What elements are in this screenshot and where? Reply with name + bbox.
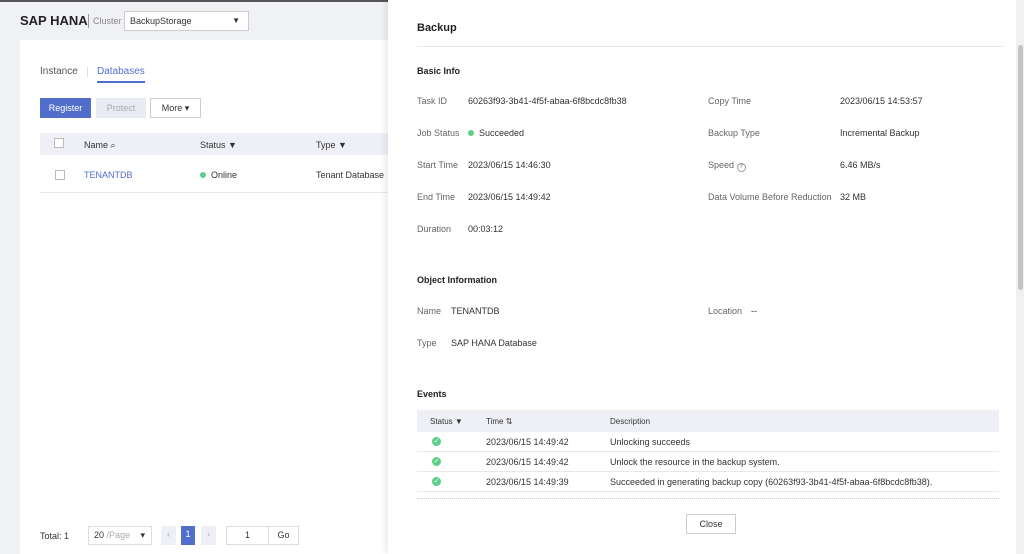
divider <box>88 14 89 28</box>
volume-value: 32 MB <box>840 192 867 202</box>
product-title: SAP HANA <box>20 13 88 28</box>
caret-down-icon: ▾ <box>184 103 190 113</box>
event-col-description: Description <box>610 417 651 426</box>
database-name-link[interactable]: TENANTDB <box>84 170 133 180</box>
column-name[interactable]: Name ⌕ <box>84 140 116 151</box>
copy-time-value: 2023/06/15 14:53:57 <box>840 96 923 106</box>
speed-label: Speed ? <box>708 160 746 172</box>
column-type-label: Type <box>316 140 336 150</box>
status-text: Online <box>211 170 238 180</box>
help-icon[interactable]: ? <box>736 163 746 172</box>
status-cell: Online <box>200 170 237 180</box>
duration-value: 00:03:12 <box>468 224 504 234</box>
caret-down-icon: ▾ <box>140 530 145 540</box>
duration-label: Duration <box>417 224 452 234</box>
event-description: Unlocking succeeds <box>610 437 691 447</box>
tab-databases[interactable]: Databases <box>97 66 145 83</box>
location-label: Location <box>708 306 743 316</box>
events-heading: Events <box>417 389 447 399</box>
column-status[interactable]: Status ▼ <box>200 140 237 150</box>
events-scroll-edge <box>417 496 999 499</box>
backup-type-value: Incremental Backup <box>840 128 920 138</box>
success-check-icon: ✓ <box>432 477 441 486</box>
sort-icon[interactable]: ⇅ <box>506 417 513 426</box>
volume-label: Data Volume Before Reduction <box>708 192 832 202</box>
object-type-value: SAP HANA Database <box>451 338 537 348</box>
column-name-label: Name <box>84 140 109 150</box>
task-id-value: 60263f93-3b41-4f5f-abaa-6f8bcdc8fb38 <box>468 96 627 106</box>
object-info-heading: Object Information <box>417 275 498 285</box>
event-col-status[interactable]: Status ▼ <box>430 417 463 426</box>
search-icon[interactable]: ⌕ <box>111 140 116 150</box>
panel-title: Backup <box>417 22 457 34</box>
page-1-button[interactable]: 1 <box>181 526 195 545</box>
success-check-icon: ✓ <box>432 437 441 446</box>
start-time-label: Start Time <box>417 160 459 170</box>
online-dot-icon <box>200 172 206 178</box>
tab-divider <box>87 67 88 77</box>
page-size-unit: /Page <box>106 530 131 540</box>
filter-icon[interactable]: ▼ <box>228 140 237 150</box>
task-id-label: Task ID <box>417 96 448 106</box>
event-description: Unlock the resource in the backup system… <box>610 457 780 467</box>
success-dot-icon <box>468 130 474 136</box>
success-check-icon: ✓ <box>432 457 441 466</box>
speed-label-text: Speed <box>708 160 735 170</box>
job-status-text: Succeeded <box>479 128 525 138</box>
basic-info-heading: Basic Info <box>417 66 461 76</box>
location-value: -- <box>751 306 757 316</box>
event-time: 2023/06/15 14:49:42 <box>486 437 569 447</box>
column-type[interactable]: Type ▼ <box>316 140 347 150</box>
filter-icon[interactable]: ▼ <box>338 140 347 150</box>
next-page-button[interactable]: › <box>201 526 216 545</box>
event-time: 2023/06/15 14:49:42 <box>486 457 569 467</box>
start-time-value: 2023/06/15 14:46:30 <box>468 160 551 170</box>
end-time-value: 2023/06/15 14:49:42 <box>468 192 551 202</box>
caret-down-icon: ▼ <box>232 16 240 25</box>
column-status-label: Status <box>200 140 226 150</box>
page-size: 20 <box>94 530 105 540</box>
total-count: Total: 1 <box>40 531 70 541</box>
cluster-select[interactable]: BackupStorage ▼ <box>124 11 249 31</box>
event-col-time[interactable]: Time ⇅ <box>486 417 512 426</box>
object-name-label: Name <box>417 306 442 316</box>
copy-time-label: Copy Time <box>708 96 752 106</box>
object-type-label: Type <box>417 338 437 348</box>
type-cell: Tenant Database <box>316 170 385 180</box>
scrollbar-thumb[interactable] <box>1018 45 1023 290</box>
speed-value: 6.46 MB/s <box>840 160 881 170</box>
end-time-label: End Time <box>417 192 456 202</box>
more-button[interactable]: More ▾ <box>150 98 201 118</box>
page-size-select[interactable]: 20 /Page ▾ <box>88 526 152 545</box>
more-label: More <box>161 103 183 113</box>
cluster-label: Cluster <box>93 16 122 26</box>
event-col-status-label: Status <box>430 417 453 426</box>
backup-type-label: Backup Type <box>708 128 760 138</box>
job-status-value: Succeeded <box>468 128 524 138</box>
go-button[interactable]: Go <box>268 526 299 545</box>
row-checkbox[interactable] <box>55 170 65 180</box>
register-button[interactable]: Register <box>40 98 91 118</box>
event-col-time-label: Time <box>486 417 504 426</box>
prev-page-button[interactable]: ‹ <box>161 526 176 545</box>
cluster-value: BackupStorage <box>130 16 192 26</box>
event-description: Succeeded in generating backup copy (602… <box>610 477 933 487</box>
goto-page-input[interactable]: 1 <box>226 526 269 545</box>
object-name-value: TENANTDB <box>451 306 500 316</box>
filter-icon[interactable]: ▼ <box>455 417 463 426</box>
event-time: 2023/06/15 14:49:39 <box>486 477 569 487</box>
protect-button[interactable]: Protect <box>96 98 146 118</box>
close-button[interactable]: Close <box>686 514 736 534</box>
select-all-checkbox[interactable] <box>54 138 64 148</box>
job-status-label: Job Status <box>417 128 460 138</box>
divider <box>417 46 1003 47</box>
tab-instance[interactable]: Instance <box>40 66 78 77</box>
